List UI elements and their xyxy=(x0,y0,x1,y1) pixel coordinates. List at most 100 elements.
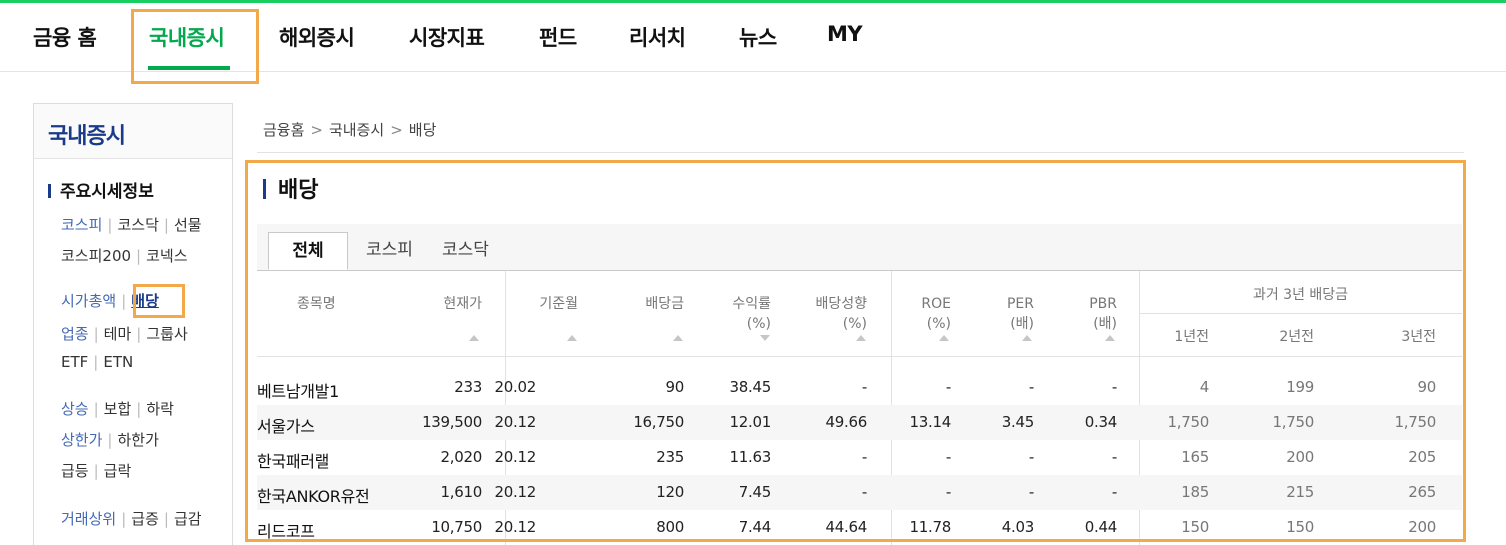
gnb-domestic-stock[interactable]: 국내증시 xyxy=(149,22,225,52)
lnb-kospi[interactable]: 코스피 xyxy=(61,216,102,234)
col-per[interactable]: PER (배) xyxy=(1007,294,1034,334)
table-cell: 4.03 xyxy=(1001,518,1035,536)
table-cell: 20.12 xyxy=(494,483,537,501)
col-pbr[interactable]: PBR (배) xyxy=(1089,294,1117,334)
table-cell: 1,750 xyxy=(1272,413,1315,431)
sort-down-icon[interactable] xyxy=(760,335,770,341)
col-past-1y[interactable]: 1년전 xyxy=(1174,327,1209,347)
lnb-plunge[interactable]: 급락 xyxy=(104,462,132,480)
lnb-row: 급등 | 급락 xyxy=(61,462,132,480)
lnb-theme[interactable]: 테마 xyxy=(104,325,132,343)
stock-name-link[interactable]: 리드코프 xyxy=(257,518,315,542)
table-cell: 139,500 xyxy=(422,413,482,431)
tab-all[interactable]: 전체 xyxy=(268,232,348,270)
table-cell: 38.45 xyxy=(729,378,772,396)
lnb-konex[interactable]: 코넥스 xyxy=(146,247,187,265)
lnb-lower-limit[interactable]: 하한가 xyxy=(117,431,158,449)
sort-up-icon[interactable] xyxy=(469,335,479,341)
table-cell: - xyxy=(1111,448,1117,466)
lnb-sector[interactable]: 업종 xyxy=(61,325,89,343)
lnb-fall[interactable]: 하락 xyxy=(146,400,174,418)
col-pbr-label: PBR xyxy=(1089,296,1117,312)
gnb-my[interactable]: MY xyxy=(827,22,863,46)
lnb-kosdaq[interactable]: 코스닥 xyxy=(117,216,158,234)
col-yield[interactable]: 수익률 (%) xyxy=(732,294,771,334)
tab-kospi[interactable]: 코스피 xyxy=(366,235,413,260)
stock-name-link[interactable]: 베트남개발1 xyxy=(257,378,339,402)
breadcrumb-domestic-stock[interactable]: 국내증시 xyxy=(329,121,384,139)
lnb-upper-limit[interactable]: 상한가 xyxy=(61,431,102,449)
table-cell: 3.45 xyxy=(1001,413,1035,431)
col-yield-unit: (%) xyxy=(746,316,771,332)
lnb-row: 거래상위 | 급증 | 급감 xyxy=(61,510,202,528)
gnb-market-index[interactable]: 시장지표 xyxy=(409,22,485,52)
col-name[interactable]: 종목명 xyxy=(297,294,336,314)
sort-up-icon[interactable] xyxy=(1022,335,1032,341)
lnb-market-cap[interactable]: 시가총액 xyxy=(61,292,116,310)
gnb-research[interactable]: 리서치 xyxy=(629,22,686,52)
stock-name-link[interactable]: 서울가스 xyxy=(257,413,315,437)
table-cell: 199 xyxy=(1286,378,1314,396)
table-row: 서울가스 139,500 20.12 16,750 12.01 49.66 13.14 3.4… xyxy=(257,405,1462,440)
col-roe[interactable]: ROE (%) xyxy=(921,294,951,334)
col-past-dividends: 과거 3년 배당금 xyxy=(1252,287,1349,303)
lnb-row: ETF | ETN xyxy=(61,353,134,371)
lnb-etn[interactable]: ETN xyxy=(103,353,133,371)
sort-up-icon[interactable] xyxy=(1105,335,1115,341)
table-cell: 7.44 xyxy=(738,518,772,536)
lnb-flat[interactable]: 보합 xyxy=(104,400,132,418)
table-cell: 90 xyxy=(665,378,685,396)
col-dividend[interactable]: 배당금 xyxy=(645,294,684,314)
gnb-finance-home[interactable]: 금융 홈 xyxy=(33,22,97,52)
table-cell: - xyxy=(945,378,951,396)
lnb-volume-surge[interactable]: 급증 xyxy=(131,510,159,528)
lnb-row: 상승 | 보합 | 하락 xyxy=(61,400,174,418)
col-roe-unit: (%) xyxy=(926,316,951,332)
table-cell: - xyxy=(861,378,867,396)
table-cell: 235 xyxy=(656,448,684,466)
table-cell: - xyxy=(861,448,867,466)
breadcrumb-finance-home[interactable]: 금융홈 xyxy=(263,121,304,139)
col-base-month[interactable]: 기준월 xyxy=(539,294,578,314)
col-per-unit: (배) xyxy=(1010,316,1034,332)
col-per-label: PER xyxy=(1006,296,1034,312)
lnb-futures[interactable]: 선물 xyxy=(174,216,202,234)
col-past-3y[interactable]: 3년전 xyxy=(1401,327,1436,347)
table-cell: 20.12 xyxy=(494,448,537,466)
gnb-news[interactable]: 뉴스 xyxy=(739,22,777,52)
col-payout[interactable]: 배당성향 (%) xyxy=(815,294,867,334)
col-past-2y[interactable]: 2년전 xyxy=(1279,327,1314,347)
gnb-overseas-stock[interactable]: 해외증시 xyxy=(279,22,355,52)
table-cell: 12.01 xyxy=(729,413,772,431)
page-title: 배당 xyxy=(263,172,318,204)
table-cell: 13.14 xyxy=(909,413,952,431)
gnb-fund[interactable]: 펀드 xyxy=(539,22,577,52)
lnb-group[interactable]: 그룹사 xyxy=(146,325,187,343)
sort-up-icon[interactable] xyxy=(856,335,866,341)
table-cell: - xyxy=(1028,448,1034,466)
sort-up-icon[interactable] xyxy=(673,335,683,341)
lnb-title: 국내증시 xyxy=(48,124,126,149)
lnb-kospi200[interactable]: 코스피200 xyxy=(61,247,131,265)
stock-name-link[interactable]: 한국ANKOR유전 xyxy=(257,483,370,507)
table-cell: 20.12 xyxy=(494,413,537,431)
table-cell: 205 xyxy=(1408,448,1436,466)
lnb-top-volume[interactable]: 거래상위 xyxy=(61,510,116,528)
lnb-row: 상한가 | 하한가 xyxy=(61,431,159,449)
lnb-rise[interactable]: 상승 xyxy=(61,400,89,418)
table-cell: 800 xyxy=(656,518,684,536)
table-cell: 185 xyxy=(1181,483,1209,501)
sort-up-icon[interactable] xyxy=(567,335,577,341)
lnb-volume-drop[interactable]: 급감 xyxy=(174,510,202,528)
lnb-etf[interactable]: ETF xyxy=(61,353,88,371)
tab-kosdaq[interactable]: 코스닥 xyxy=(442,235,489,260)
lnb-surge[interactable]: 급등 xyxy=(61,462,89,480)
stock-name-link[interactable]: 한국패러랠 xyxy=(257,448,329,472)
table-cell: 4 xyxy=(1199,378,1210,396)
sort-up-icon[interactable] xyxy=(939,335,949,341)
lnb-dividend[interactable]: 배당 xyxy=(131,292,159,310)
table-cell: - xyxy=(1028,483,1034,501)
col-price[interactable]: 현재가 xyxy=(443,294,482,314)
table-row: 한국패러랠 2,020 20.12 235 11.63 - - - - 165 200 205 xyxy=(257,440,1462,475)
lnb-row: 시가총액 | 배당 xyxy=(61,292,159,310)
